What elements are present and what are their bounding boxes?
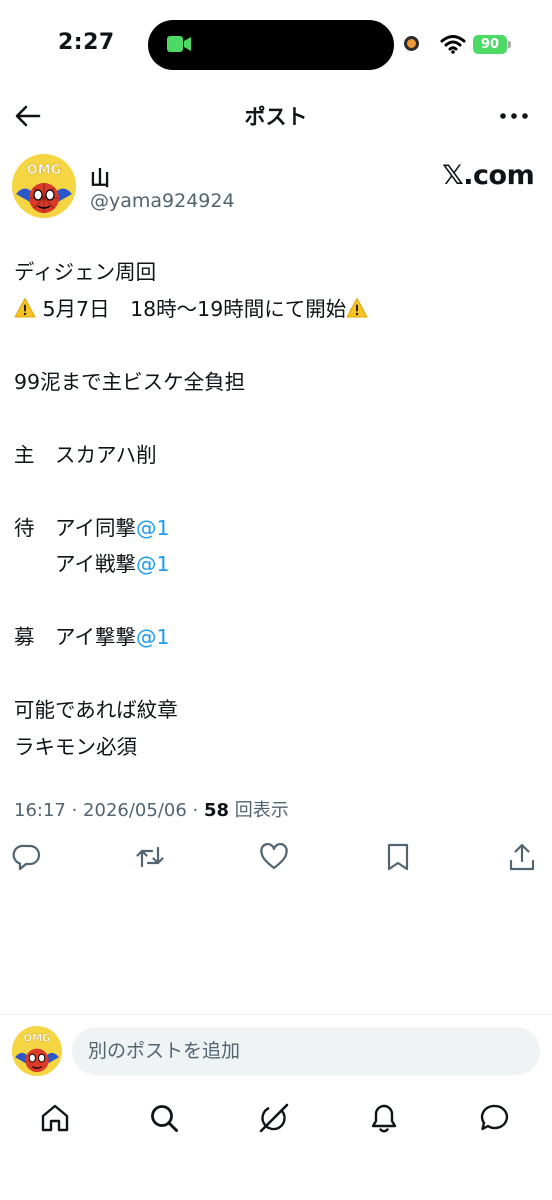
battery-level: 90 bbox=[480, 37, 500, 52]
more-dots-icon[interactable] bbox=[497, 102, 531, 130]
tweet-line: 募 アイ撃撃@1 bbox=[14, 619, 538, 656]
views-label: 回表示 bbox=[234, 800, 289, 821]
like-icon[interactable] bbox=[259, 842, 289, 872]
mention-link[interactable]: @1 bbox=[136, 552, 170, 576]
tweet-line: 主 スカアハ削 bbox=[14, 437, 538, 474]
battery-cap bbox=[508, 41, 511, 48]
battery-icon: 90 bbox=[473, 35, 507, 54]
tweet-line-text: 99泥まで主ビスケ全負担 bbox=[14, 369, 246, 394]
svg-text:OMG: OMG bbox=[27, 163, 62, 178]
svg-text:OMG: OMG bbox=[23, 1034, 50, 1045]
tweet-line-text: 募 アイ撃撃 bbox=[14, 625, 136, 649]
author-name[interactable]: 山 bbox=[90, 162, 110, 191]
reply-input[interactable]: 別のポストを追加 bbox=[72, 1027, 540, 1075]
recording-dot-icon bbox=[404, 36, 419, 51]
tweet-meta: 16:17 · 2026/05/06 · 58 回表示 bbox=[14, 800, 289, 821]
views-count: 58 bbox=[203, 800, 230, 821]
tweet-line: 5月7日 18時〜19時間にて開始 bbox=[14, 291, 538, 328]
tweet-line-text: アイ戦撃 bbox=[14, 552, 136, 576]
tweet-line-text: 主 スカアハ削 bbox=[14, 442, 157, 467]
notifications-icon[interactable] bbox=[368, 1102, 400, 1134]
xcom-logo: 𝕏.com bbox=[442, 160, 535, 191]
tweet-line-text: 可能であれば紋章 bbox=[14, 698, 178, 722]
tweet-line: 99泥まで主ビスケ全負担 bbox=[14, 364, 538, 401]
bookmark-icon[interactable] bbox=[383, 842, 413, 872]
tweet-line: ラキモン必須 bbox=[14, 729, 538, 766]
messages-icon[interactable] bbox=[479, 1102, 511, 1134]
repost-icon[interactable] bbox=[135, 842, 165, 872]
tweet-line: ディジェン周回 bbox=[14, 254, 538, 291]
grok-icon[interactable] bbox=[258, 1102, 290, 1134]
status-time: 2:27 bbox=[58, 30, 115, 55]
share-icon[interactable] bbox=[507, 842, 537, 872]
tweet-line-text: 待 アイ同撃 bbox=[14, 515, 136, 540]
bottom-navigation bbox=[0, 1100, 552, 1140]
top-navigation: ポスト bbox=[0, 90, 552, 142]
tweet-date: 2026/05/06 bbox=[83, 800, 187, 821]
tweet-line: 待 アイ同撃@1 bbox=[14, 510, 538, 547]
post-detail-screen: 2:27 90 ポスト OMG 山 @yama924924 𝕏.com ディジェ… bbox=[0, 0, 552, 1200]
wifi-icon bbox=[440, 35, 466, 54]
page-title: ポスト bbox=[244, 105, 308, 129]
tweet-text: ディジェン周回 5月7日 18時〜19時間にて開始 99泥まで主ビスケ全負担 主… bbox=[14, 254, 538, 765]
mention-link[interactable]: @1 bbox=[136, 516, 170, 540]
tweet-line-text: ディジェン周回 bbox=[14, 260, 157, 284]
warning-emoji-icon bbox=[346, 297, 368, 317]
tweet-line-text: 5月7日 18時〜19時間にて開始 bbox=[36, 296, 347, 321]
home-icon[interactable] bbox=[39, 1102, 71, 1134]
tweet-action-bar bbox=[0, 840, 552, 878]
warning-emoji-icon bbox=[14, 297, 36, 317]
tweet-time: 16:17 bbox=[14, 800, 66, 821]
search-icon[interactable] bbox=[148, 1102, 180, 1134]
author-avatar[interactable]: OMG bbox=[12, 154, 76, 218]
status-bar: 2:27 90 bbox=[0, 0, 552, 90]
tweet-line: 可能であれば紋章 bbox=[14, 692, 538, 729]
tweet-line: アイ戦撃@1 bbox=[14, 546, 538, 583]
user-avatar[interactable]: OMG bbox=[12, 1026, 62, 1076]
tweet-line-text: ラキモン必須 bbox=[14, 734, 137, 759]
author-handle[interactable]: @yama924924 bbox=[90, 190, 235, 212]
composer-divider bbox=[0, 1014, 552, 1015]
reply-icon[interactable] bbox=[12, 842, 42, 872]
mention-link[interactable]: @1 bbox=[136, 625, 170, 649]
facetime-video-icon bbox=[167, 36, 191, 52]
